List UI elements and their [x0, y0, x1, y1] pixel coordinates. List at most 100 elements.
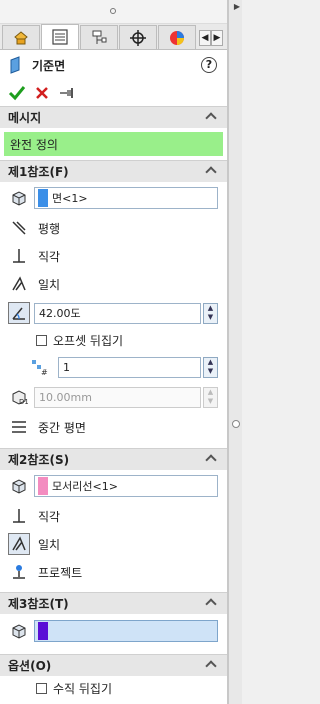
- property-manager-icon: [52, 29, 68, 45]
- angle-icon[interactable]: [8, 302, 30, 324]
- message-section-label: 메시지: [8, 111, 42, 125]
- number-of-planes-icon: #: [28, 356, 50, 378]
- flip-offset-checkbox[interactable]: [36, 334, 47, 346]
- ref2-option-project[interactable]: 프로젝트: [0, 558, 227, 586]
- parallel-icon[interactable]: [8, 217, 30, 239]
- option-perpendicular[interactable]: 직각: [0, 242, 227, 270]
- distance-row: D1 10.00mm ▲ ▼: [0, 382, 227, 412]
- spin-up-icon[interactable]: ▲: [204, 358, 217, 368]
- tab-dimxpert-manager[interactable]: [119, 25, 157, 49]
- spin-up-icon: ▲: [207, 387, 214, 396]
- option-midplane-label: 중간 평면: [38, 420, 86, 435]
- coincident-icon[interactable]: [8, 273, 30, 295]
- option-perpendicular-label: 직각: [38, 249, 61, 264]
- display-manager-icon: [170, 30, 184, 45]
- plane-icon: [10, 56, 20, 74]
- flip-offset-row[interactable]: 오프셋 뒤집기: [0, 328, 227, 352]
- perpendicular-icon[interactable]: [8, 505, 30, 527]
- second-reference-selection-row: 모서리선<1>: [0, 470, 227, 502]
- flip-offset-label: 오프셋 뒤집기: [53, 333, 124, 348]
- second-reference-selection-box[interactable]: 모서리선<1>: [34, 475, 218, 497]
- third-reference-selection-row: [0, 614, 227, 648]
- feature-manager-icon: [14, 30, 28, 44]
- distance-spinner: ▲ ▼: [203, 386, 218, 408]
- spin-down-icon[interactable]: ▼: [204, 367, 217, 377]
- tab-feature-manager[interactable]: [2, 25, 40, 49]
- status-message: 완전 정의: [4, 132, 223, 156]
- angle-row: 42.00도 ▲ ▼: [0, 298, 227, 328]
- option-coincident-label: 일치: [38, 277, 61, 292]
- second-reference-value: 모서리선<1>: [52, 480, 118, 493]
- selection-color-swatch: [38, 622, 48, 640]
- reference-cube-icon: [8, 620, 30, 642]
- spin-up-icon[interactable]: ▲: [204, 304, 217, 314]
- collapse-chevron-icon[interactable]: [205, 166, 217, 178]
- pushpin-icon[interactable]: [58, 85, 76, 101]
- cancel-x-icon[interactable]: [34, 85, 50, 101]
- option-midplane[interactable]: 중간 평면: [0, 412, 227, 442]
- tab-display-manager[interactable]: [158, 25, 196, 49]
- first-reference-selection-row: 면<1>: [0, 182, 227, 214]
- ref2-option-perpendicular[interactable]: 직각: [0, 502, 227, 530]
- feature-title-row: 기준면 ?: [0, 50, 227, 80]
- count-input[interactable]: 1: [58, 356, 201, 378]
- ref2-perpendicular-label: 직각: [38, 509, 61, 524]
- action-buttons: [0, 80, 227, 106]
- options-section-header[interactable]: 옵션(O): [0, 654, 227, 676]
- collapse-chevron-icon[interactable]: [205, 454, 217, 466]
- tab-scroll-buttons: ◀ ▶: [199, 30, 223, 46]
- collapse-chevron-icon[interactable]: [205, 660, 217, 672]
- tab-property-manager[interactable]: [41, 24, 79, 49]
- scroll-left-icon[interactable]: ◀: [199, 30, 211, 46]
- count-spinner[interactable]: ▲ ▼: [203, 356, 218, 378]
- first-reference-selection-box[interactable]: 면<1>: [34, 187, 218, 209]
- ref2-project-label: 프로젝트: [38, 565, 83, 580]
- crosshair-icon: [130, 29, 146, 46]
- grip-handle[interactable]: [110, 8, 116, 14]
- flip-normal-checkbox[interactable]: [36, 682, 47, 694]
- third-reference-header[interactable]: 제3참조(T): [0, 592, 227, 614]
- midplane-icon[interactable]: [8, 416, 30, 438]
- second-reference-header[interactable]: 제2참조(S): [0, 448, 227, 470]
- selection-color-swatch: [38, 477, 48, 495]
- spin-down-icon[interactable]: ▼: [204, 313, 217, 323]
- coincident-icon[interactable]: [8, 533, 30, 555]
- third-reference-selection-box[interactable]: [34, 620, 218, 642]
- expand-arrow-icon[interactable]: ▶: [234, 2, 240, 11]
- options-section-label: 옵션(O): [8, 659, 52, 673]
- third-reference-label: 제3참조(T): [8, 597, 69, 611]
- scroll-right-icon[interactable]: ▶: [211, 30, 223, 46]
- distance-input: 10.00mm: [34, 386, 201, 408]
- panel-grip-bar: [0, 0, 227, 24]
- collapse-chevron-icon[interactable]: [205, 598, 217, 610]
- distance-icon: D1: [8, 386, 30, 408]
- second-reference-label: 제2참조(S): [8, 453, 70, 467]
- first-reference-header[interactable]: 제1참조(F): [0, 160, 227, 182]
- option-parallel-label: 평행: [38, 221, 61, 236]
- angle-input[interactable]: 42.00도: [34, 302, 201, 324]
- property-manager-panel: ◀ ▶ 기준면 ? 메시지 완전 정의 제1참조(F) 면<1> 평행 직각 일…: [0, 0, 228, 704]
- svg-text:D1: D1: [19, 398, 28, 406]
- ref2-option-coincident[interactable]: 일치: [0, 530, 227, 558]
- reference-cube-icon: [8, 475, 30, 497]
- ref2-coincident-label: 일치: [38, 537, 61, 552]
- svg-text:#: #: [41, 368, 48, 376]
- flip-normal-row[interactable]: 수직 뒤집기: [0, 676, 227, 700]
- selection-color-swatch: [38, 189, 48, 207]
- flip-normal-label: 수직 뒤집기: [53, 681, 113, 696]
- splitter-handle-icon[interactable]: [232, 420, 240, 428]
- option-parallel[interactable]: 평행: [0, 214, 227, 242]
- perpendicular-icon[interactable]: [8, 245, 30, 267]
- ok-checkmark-icon[interactable]: [8, 85, 26, 101]
- message-section-header[interactable]: 메시지: [0, 106, 227, 128]
- reference-cube-icon: [8, 187, 30, 209]
- collapse-chevron-icon[interactable]: [205, 112, 217, 124]
- panel-splitter[interactable]: ▶: [228, 0, 242, 704]
- project-icon[interactable]: [8, 561, 30, 583]
- count-row: # 1 ▲ ▼: [0, 352, 227, 382]
- help-icon[interactable]: ?: [201, 57, 217, 73]
- tab-configuration-manager[interactable]: [80, 25, 118, 49]
- configuration-manager-icon: [92, 30, 107, 44]
- angle-spinner[interactable]: ▲ ▼: [203, 302, 218, 324]
- option-coincident[interactable]: 일치: [0, 270, 227, 298]
